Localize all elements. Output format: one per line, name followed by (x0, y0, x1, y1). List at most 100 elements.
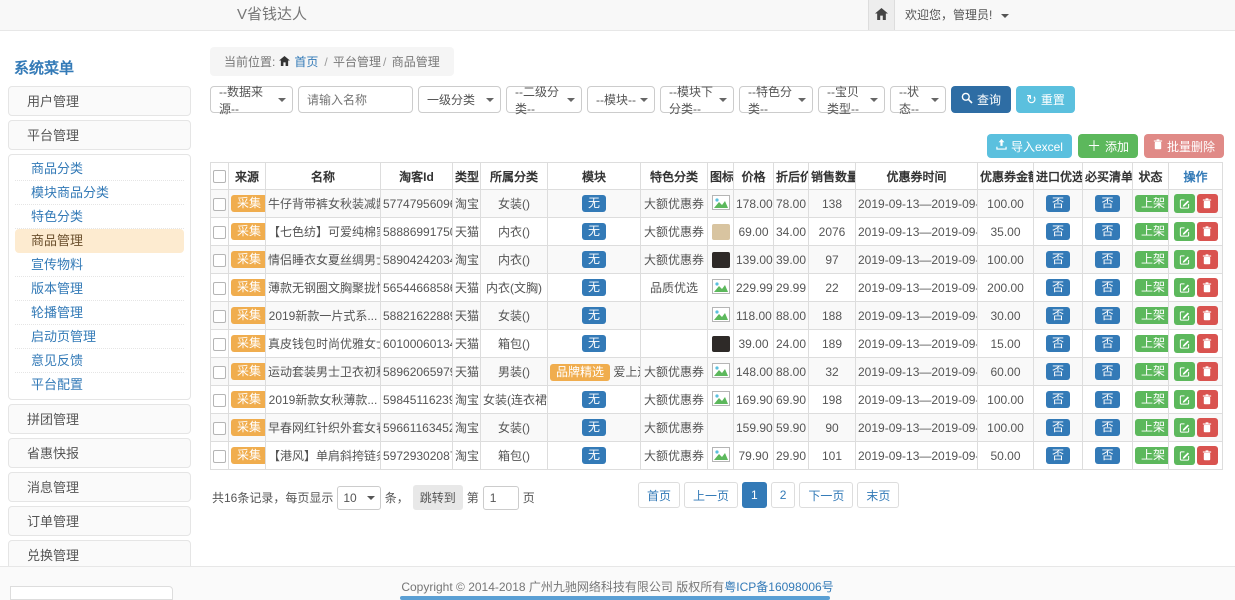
jump-button[interactable]: 跳转到 (413, 485, 463, 510)
filter-select-6[interactable]: --特色分类-- (739, 86, 813, 113)
reset-button[interactable]: ↻ 重置 (1016, 86, 1075, 113)
delete-button[interactable] (1197, 446, 1218, 465)
batch-delete-button[interactable]: 批量删除 (1144, 134, 1224, 158)
breadcrumb-item-1[interactable]: 商品管理 (388, 55, 439, 69)
import-pick-badge[interactable]: 否 (1046, 447, 1070, 464)
sidebar-group-0[interactable]: 用户管理 (8, 86, 191, 116)
must-buy-badge[interactable]: 否 (1095, 335, 1119, 352)
row-checkbox[interactable] (213, 226, 226, 239)
query-button[interactable]: 查询 (951, 86, 1011, 113)
row-checkbox[interactable] (213, 366, 226, 379)
import-pick-badge[interactable]: 否 (1046, 391, 1070, 408)
row-checkbox[interactable] (213, 310, 226, 323)
sidebar-group-3[interactable]: 省惠快报 (8, 438, 191, 468)
page-button-5[interactable]: 末页 (857, 482, 899, 508)
status-badge[interactable]: 上架 (1135, 251, 1169, 268)
sidebar-subitem-6[interactable]: 轮播管理 (15, 301, 184, 325)
sidebar-subitem-9[interactable]: 平台配置 (15, 373, 184, 397)
select-all-checkbox[interactable] (213, 170, 226, 183)
status-badge[interactable]: 上架 (1135, 223, 1169, 240)
sidebar-group-4[interactable]: 消息管理 (8, 472, 191, 502)
import-excel-button[interactable]: 导入excel (987, 134, 1072, 158)
must-buy-badge[interactable]: 否 (1095, 391, 1119, 408)
delete-button[interactable] (1197, 390, 1218, 409)
row-checkbox[interactable] (213, 198, 226, 211)
status-badge[interactable]: 上架 (1135, 419, 1169, 436)
status-badge[interactable]: 上架 (1135, 335, 1169, 352)
import-pick-badge[interactable]: 否 (1046, 195, 1070, 212)
sidebar-subitem-3[interactable]: 商品管理 (15, 229, 184, 253)
must-buy-badge[interactable]: 否 (1095, 363, 1119, 380)
edit-button[interactable] (1174, 334, 1195, 353)
filter-select-5[interactable]: --模块下分类-- (660, 86, 734, 113)
page-button-3[interactable]: 2 (771, 482, 796, 508)
status-badge[interactable]: 上架 (1135, 195, 1169, 212)
import-pick-badge[interactable]: 否 (1046, 419, 1070, 436)
icp-link[interactable]: 粤ICP备16098006号 (724, 580, 833, 594)
delete-button[interactable] (1197, 306, 1218, 325)
breadcrumb-item-0[interactable]: 平台管理 (330, 55, 381, 69)
filter-select-7[interactable]: --宝贝类型-- (818, 86, 885, 113)
delete-button[interactable] (1197, 334, 1218, 353)
user-menu[interactable]: 欢迎您，管理员! (905, 0, 1009, 30)
sidebar-group-2[interactable]: 拼团管理 (8, 404, 191, 434)
edit-button[interactable] (1174, 390, 1195, 409)
sidebar-subitem-0[interactable]: 商品分类 (15, 157, 184, 181)
delete-button[interactable] (1197, 362, 1218, 381)
sidebar-subitem-1[interactable]: 模块商品分类 (15, 181, 184, 205)
page-button-0[interactable]: 首页 (638, 482, 680, 508)
delete-button[interactable] (1197, 418, 1218, 437)
edit-button[interactable] (1174, 362, 1195, 381)
status-badge[interactable]: 上架 (1135, 279, 1169, 296)
must-buy-badge[interactable]: 否 (1095, 251, 1119, 268)
filter-select-8[interactable]: --状态-- (890, 86, 946, 113)
edit-button[interactable] (1174, 418, 1195, 437)
row-checkbox[interactable] (213, 394, 226, 407)
import-pick-badge[interactable]: 否 (1046, 363, 1070, 380)
status-badge[interactable]: 上架 (1135, 363, 1169, 380)
must-buy-badge[interactable]: 否 (1095, 195, 1119, 212)
must-buy-badge[interactable]: 否 (1095, 419, 1119, 436)
edit-button[interactable] (1174, 222, 1195, 241)
breadcrumb-home-link[interactable]: 首页 (294, 53, 318, 70)
add-button[interactable]: ＋ 添加 (1078, 134, 1138, 158)
name-search-input[interactable] (298, 86, 413, 113)
sidebar-subitem-5[interactable]: 版本管理 (15, 277, 184, 301)
must-buy-badge[interactable]: 否 (1095, 223, 1119, 240)
sidebar-group-5[interactable]: 订单管理 (8, 506, 191, 536)
page-button-2[interactable]: 1 (742, 482, 767, 508)
import-pick-badge[interactable]: 否 (1046, 307, 1070, 324)
delete-button[interactable] (1197, 250, 1218, 269)
import-pick-badge[interactable]: 否 (1046, 223, 1070, 240)
status-badge[interactable]: 上架 (1135, 447, 1169, 464)
jump-page-input[interactable] (483, 486, 519, 510)
row-checkbox[interactable] (213, 282, 226, 295)
sidebar-subitem-4[interactable]: 宣传物料 (15, 253, 184, 277)
edit-button[interactable] (1174, 306, 1195, 325)
home-button[interactable] (868, 0, 895, 30)
row-checkbox[interactable] (213, 338, 226, 351)
horizontal-scrollbar[interactable] (400, 596, 830, 600)
page-button-1[interactable]: 上一页 (684, 482, 738, 508)
import-pick-badge[interactable]: 否 (1046, 279, 1070, 296)
status-badge[interactable]: 上架 (1135, 307, 1169, 324)
delete-button[interactable] (1197, 194, 1218, 213)
sidebar-group-1[interactable]: 平台管理 (8, 120, 191, 150)
edit-button[interactable] (1174, 446, 1195, 465)
import-pick-badge[interactable]: 否 (1046, 251, 1070, 268)
sidebar-subitem-7[interactable]: 启动页管理 (15, 325, 184, 349)
sidebar-subitem-2[interactable]: 特色分类 (15, 205, 184, 229)
page-button-4[interactable]: 下一页 (799, 482, 853, 508)
row-checkbox[interactable] (213, 450, 226, 463)
must-buy-badge[interactable]: 否 (1095, 447, 1119, 464)
must-buy-badge[interactable]: 否 (1095, 279, 1119, 296)
delete-button[interactable] (1197, 222, 1218, 241)
delete-button[interactable] (1197, 278, 1218, 297)
filter-select-4[interactable]: --模块-- (587, 86, 655, 113)
filter-select-3[interactable]: --二级分类-- (506, 86, 582, 113)
must-buy-badge[interactable]: 否 (1095, 307, 1119, 324)
filter-select-0[interactable]: --数据来源-- (210, 86, 293, 113)
filter-select-2[interactable]: 一级分类 (418, 86, 501, 113)
row-checkbox[interactable] (213, 254, 226, 267)
edit-button[interactable] (1174, 250, 1195, 269)
